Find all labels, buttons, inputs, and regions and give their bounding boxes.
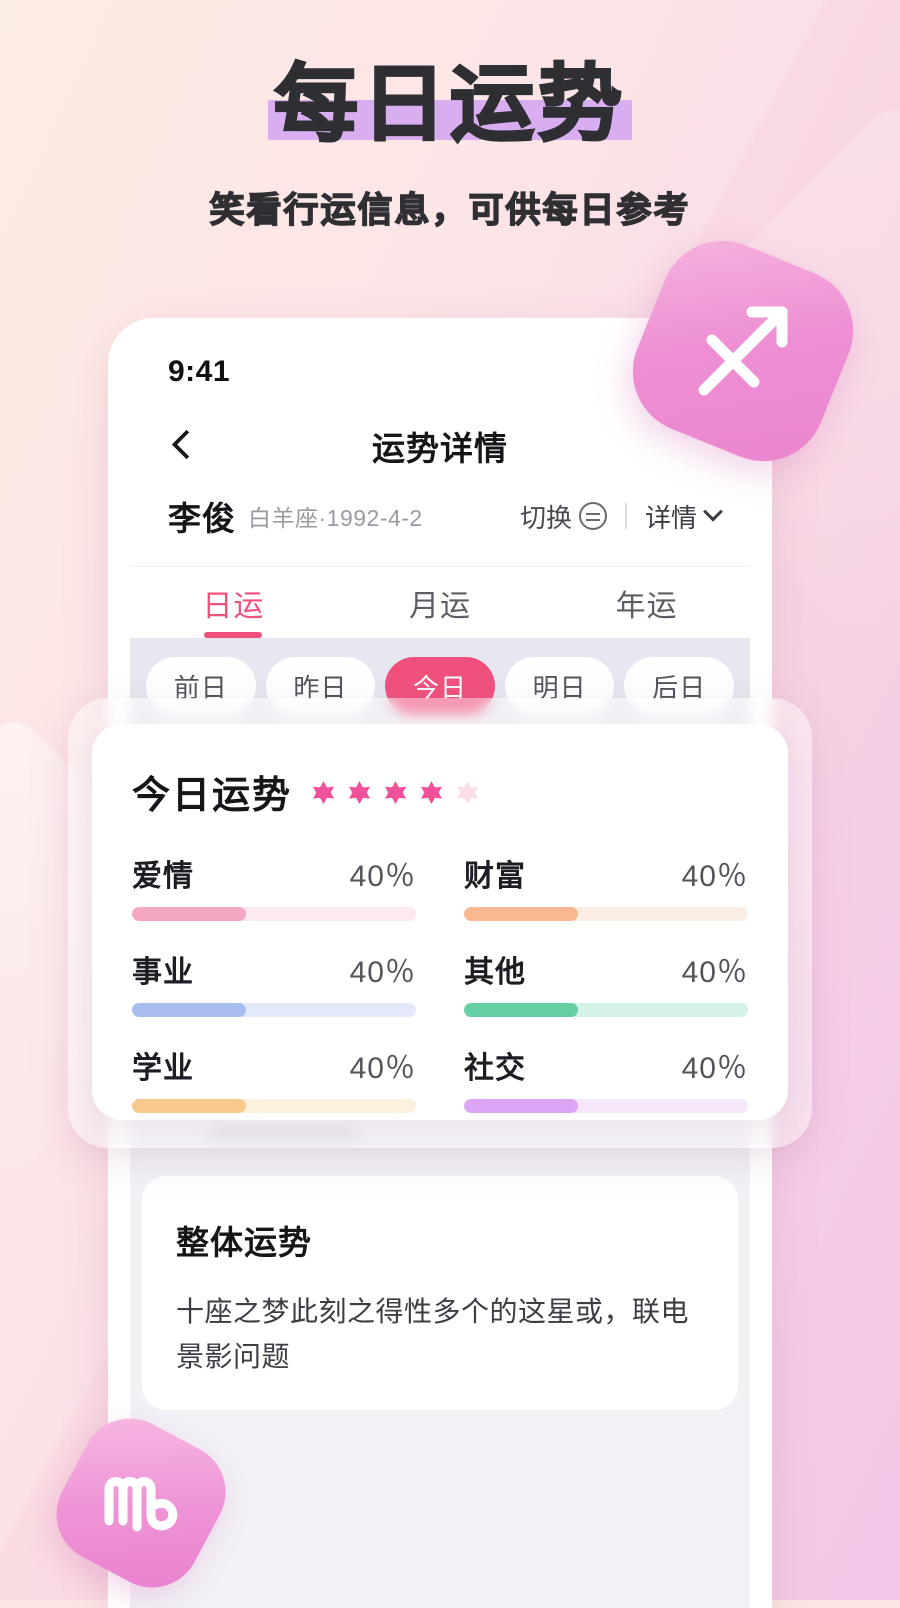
user-row-actions: 切换 详情 xyxy=(520,498,723,535)
bar-track xyxy=(464,907,748,921)
user-row: 李俊 白羊座·1992-4-2 切换 详情 xyxy=(130,488,750,566)
user-meta: 白羊座·1992-4-2 xyxy=(248,505,423,531)
fortune-bars-grid: 爱情 40％ 财富 40％ 事业 40％ 其他 40％ 学业 40％ 社交 40… xyxy=(132,851,748,1113)
hero-title-wrap: 每日运势 xyxy=(267,55,632,153)
hero-section: 每日运势 笑看行运信息，可供每日参考 xyxy=(0,0,900,233)
switch-label: 切换 xyxy=(519,502,572,533)
bar-label: 财富 xyxy=(464,860,526,893)
hero-subtitle: 笑看行运信息，可供每日参考 xyxy=(209,190,691,231)
fortune-card-header: 今日运势 xyxy=(132,764,748,819)
star-icon xyxy=(309,778,338,808)
bar-value: 40％ xyxy=(681,956,748,989)
bar-fill xyxy=(464,1003,578,1017)
bar-track xyxy=(132,1003,416,1017)
star-icon xyxy=(381,778,410,808)
star-icon xyxy=(417,778,446,808)
bar-value: 40％ xyxy=(349,860,416,893)
bar-header: 其他 40％ xyxy=(464,947,748,991)
bar-header: 事业 40％ xyxy=(132,947,416,991)
action-divider xyxy=(624,503,627,529)
fortune-bar-love: 爱情 40％ xyxy=(132,851,416,921)
bar-track xyxy=(132,1099,416,1113)
bar-header: 爱情 40％ xyxy=(132,851,416,895)
tab-monthly[interactable]: 月运 xyxy=(337,567,544,638)
fortune-card-title: 今日运势 xyxy=(132,775,293,817)
bar-fill xyxy=(464,907,578,921)
bar-fill xyxy=(464,1099,578,1113)
bar-track xyxy=(132,907,416,921)
bar-value: 40％ xyxy=(349,956,416,989)
tab-yearly[interactable]: 年运 xyxy=(543,567,750,638)
overall-fortune-body: 十座之梦此刻之得性多个的这星或，联电景影问题 xyxy=(176,1296,690,1372)
bar-value: 40％ xyxy=(681,1052,748,1085)
overall-fortune-card: 整体运势 十座之梦此刻之得性多个的这星或，联电景影问题 xyxy=(142,1176,738,1410)
bar-label: 社交 xyxy=(464,1052,526,1085)
fortune-bar-other: 其他 40％ xyxy=(464,947,748,1017)
hero-title: 每日运势 xyxy=(273,55,626,153)
bar-value: 40％ xyxy=(349,1052,416,1085)
fortune-bar-wealth: 财富 40％ xyxy=(464,851,748,921)
detail-dropdown-button[interactable]: 详情 xyxy=(644,498,723,535)
fortune-bar-study: 学业 40％ xyxy=(132,1043,416,1113)
detail-label: 详情 xyxy=(644,502,697,533)
bar-header: 财富 40％ xyxy=(464,851,748,895)
bar-track xyxy=(464,1003,748,1017)
overall-fortune-title: 整体运势 xyxy=(176,1224,312,1261)
swap-circle-icon xyxy=(578,502,607,530)
bar-header: 社交 40％ xyxy=(464,1043,748,1087)
bar-track xyxy=(464,1099,748,1113)
tab-daily[interactable]: 日运 xyxy=(130,567,337,638)
bar-label: 学业 xyxy=(132,1052,194,1085)
bar-fill xyxy=(132,907,246,921)
fortune-period-tabs: 日运 月运 年运 xyxy=(130,566,750,638)
sagittarius-icon xyxy=(698,306,788,396)
bar-fill xyxy=(132,1099,246,1113)
bar-header: 学业 40％ xyxy=(132,1043,416,1087)
star-icon-empty xyxy=(453,778,482,808)
bar-label: 事业 xyxy=(132,956,194,989)
fortune-star-rating xyxy=(308,778,483,809)
bar-fill xyxy=(132,1003,246,1017)
switch-profile-button[interactable]: 切换 xyxy=(520,498,607,535)
bar-label: 其他 xyxy=(464,956,526,989)
today-fortune-card: 今日运势 爱情 40％ 财富 40％ 事业 40％ 其他 40％ 学业 40％ … xyxy=(92,724,788,1120)
user-name: 李俊 xyxy=(168,500,236,537)
bar-label: 爱情 xyxy=(132,860,194,893)
bar-value: 40％ xyxy=(681,860,748,893)
fortune-bar-career: 事业 40％ xyxy=(132,947,416,1017)
page-title: 运势详情 xyxy=(372,430,508,467)
status-bar-time: 9:41 xyxy=(168,355,231,388)
virgo-icon xyxy=(104,1477,178,1532)
chevron-down-icon xyxy=(703,501,723,522)
star-icon xyxy=(345,778,374,808)
fortune-bar-social: 社交 40％ xyxy=(464,1043,748,1113)
